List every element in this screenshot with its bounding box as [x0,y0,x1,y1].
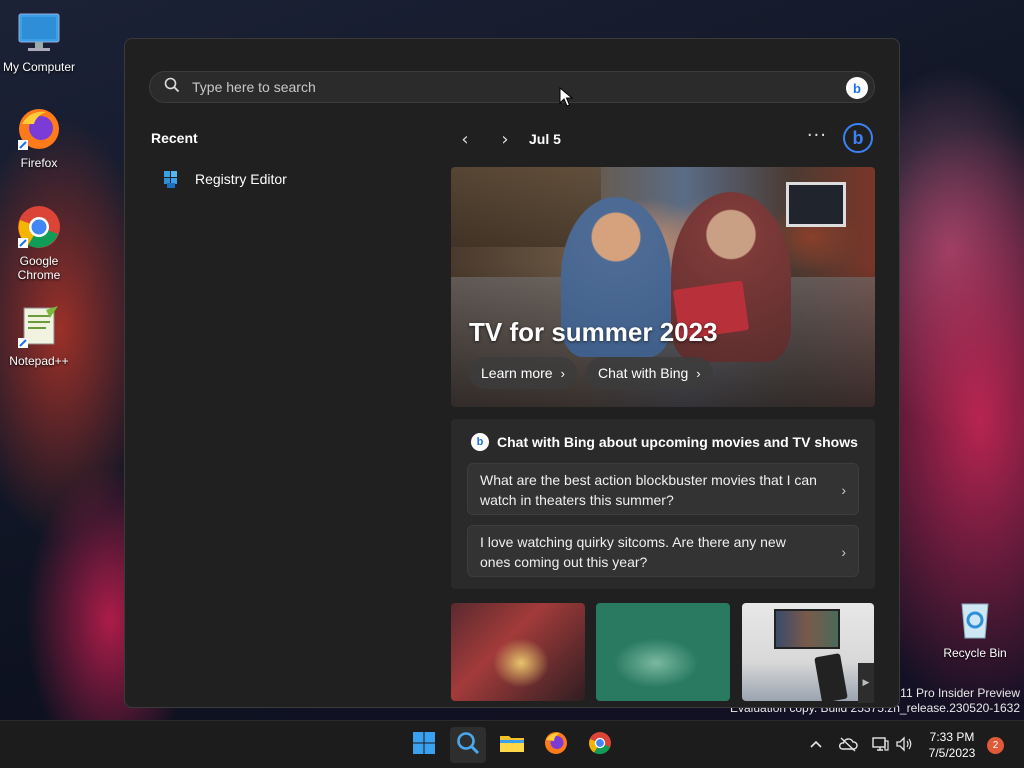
search-input[interactable] [192,79,792,95]
firefox-icon [544,731,568,759]
clock-time: 7:33 PM [929,730,975,744]
feed-nav: ‹ › Jul 5 ··· b [451,123,875,155]
desktop-icon-firefox[interactable]: Firefox [0,106,78,170]
chevron-left-icon: ‹ [461,128,469,150]
desktop-icon-recycle-bin[interactable]: Recycle Bin [936,596,1014,660]
start-button[interactable] [406,727,442,763]
more-options-icon[interactable]: ··· [807,125,827,146]
chevron-right-icon: › [696,365,701,381]
chrome-icon [588,731,612,759]
chevron-right-icon: › [501,128,509,150]
volume-icon[interactable] [893,733,915,755]
search-icon [164,77,180,97]
firefox-taskbar-button[interactable] [538,727,574,763]
chrome-icon [16,204,62,250]
start-icon [412,731,436,759]
search-panel: b Recent Registry Editor ‹ › Jul 5 ··· b… [124,38,900,708]
thumbnail-tv [774,609,840,649]
chevron-right-icon: › [560,365,565,381]
next-button[interactable]: › [491,125,519,153]
bing-chat-card: b Chat with Bing about upcoming movies a… [451,419,875,589]
clock-date: 7/5/2023 [928,746,976,760]
network-icon[interactable] [869,733,891,755]
scroll-right-icon[interactable]: ▶ [858,663,874,703]
chevron-right-icon: › [841,482,846,498]
registry-editor-icon [161,168,183,190]
learn-more-label: Learn more [481,365,553,381]
search-box[interactable]: b [149,71,875,103]
chat-suggestion-text: What are the best action blockbuster mov… [480,472,817,508]
hero-card[interactable]: TV for summer 2023 Learn more › Chat wit… [451,167,875,407]
file-explorer-icon [499,731,525,759]
chat-suggestion-text: I love watching quirky sitcoms. Are ther… [480,534,786,570]
notepadpp-icon [16,304,62,350]
desktop-icon-label: Firefox [20,156,58,170]
taskbar-search-button[interactable] [450,727,486,763]
monitor-icon [16,10,62,56]
desktop-icon-notepadpp[interactable]: Notepad++ [0,304,78,368]
desktop-icon-label: Notepad++ [9,354,69,368]
chat-with-bing-button[interactable]: Chat with Bing › [586,357,713,389]
bing-icon[interactable]: b [846,77,868,99]
onedrive-offline-icon[interactable] [837,733,859,755]
recent-item-registry-editor[interactable]: Registry Editor [161,165,421,193]
notification-badge[interactable]: 2 [987,737,1004,754]
chat-card-heading-text: Chat with Bing about upcoming movies and… [497,434,858,450]
chrome-taskbar-button[interactable] [582,727,618,763]
chat-card-heading: b Chat with Bing about upcoming movies a… [471,433,858,451]
desktop-icon-label: Recycle Bin [943,646,1007,660]
taskbar: 7:33 PM 7/5/2023 2 [0,720,1024,768]
desktop-icon-google-chrome[interactable]: Google Chrome [0,204,78,282]
thumbnail-remote [814,653,848,701]
chat-with-bing-label: Chat with Bing [598,365,689,381]
watermark-line1: s 11 Pro Insider Preview [890,686,1020,700]
prev-button[interactable]: ‹ [451,125,479,153]
bing-chat-icon[interactable]: b [843,123,873,153]
desktop-icon-label: My Computer [2,60,76,74]
hero-monitor [786,182,846,227]
bing-icon: b [471,433,489,451]
chat-suggestion-1[interactable]: What are the best action blockbuster mov… [467,463,859,515]
desktop-icon-my-computer[interactable]: My Computer [0,10,78,74]
thumbnail-tv-remote[interactable] [742,603,874,701]
recent-item-label: Registry Editor [195,171,287,187]
feed-date: Jul 5 [529,131,561,147]
recent-title: Recent [151,130,198,146]
hero-title: TV for summer 2023 [469,317,718,347]
chat-suggestion-2[interactable]: I love watching quirky sitcoms. Are ther… [467,525,859,577]
recycle-bin-icon [952,596,998,642]
file-explorer-button[interactable] [494,727,530,763]
firefox-icon [16,106,62,152]
chevron-right-icon: › [841,544,846,560]
desktop-icon-label: Google Chrome [17,254,61,282]
thumbnail-turntable[interactable] [596,603,730,701]
thumbnail-popcorn[interactable] [451,603,585,701]
system-clock[interactable]: 7:33 PM 7/5/2023 [918,729,986,761]
mouse-cursor-icon [559,86,574,111]
show-hidden-icons-chevron-up-icon[interactable] [805,733,827,755]
learn-more-button[interactable]: Learn more › [469,357,577,389]
search-icon [456,731,480,759]
